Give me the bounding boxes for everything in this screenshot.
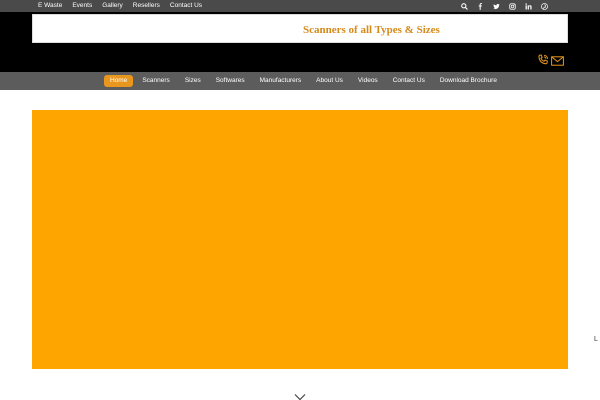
top-link-contact-us[interactable]: Contact Us xyxy=(170,0,202,12)
top-link-e-waste[interactable]: E Waste xyxy=(38,0,62,12)
nav-item-manufacturers[interactable]: Manufacturers xyxy=(255,75,307,87)
top-utility-bar: E Waste Events Gallery Resellers Contact… xyxy=(0,0,600,12)
top-link-resellers[interactable]: Resellers xyxy=(133,0,160,12)
nav-item-download-brochure[interactable]: Download Brochure xyxy=(435,75,502,87)
header-contact-icons xyxy=(537,53,564,71)
edge-text: L xyxy=(594,336,598,343)
facebook-icon[interactable] xyxy=(476,2,484,10)
twitter-icon[interactable] xyxy=(492,2,500,10)
nav-item-softwares[interactable]: Softwares xyxy=(211,75,250,87)
nav-item-sizes[interactable]: Sizes xyxy=(180,75,206,87)
pinterest-icon[interactable] xyxy=(540,2,548,10)
top-link-events[interactable]: Events xyxy=(72,0,92,12)
top-links: E Waste Events Gallery Resellers Contact… xyxy=(38,0,202,12)
main-nav-bar: Home Scanners Sizes Softwares Manufactur… xyxy=(0,72,600,90)
top-link-gallery[interactable]: Gallery xyxy=(102,0,123,12)
nav-item-home[interactable]: Home xyxy=(104,75,134,87)
instagram-icon[interactable] xyxy=(508,2,516,10)
main-nav: Home Scanners Sizes Softwares Manufactur… xyxy=(104,75,507,87)
nav-item-scanners[interactable]: Scanners xyxy=(137,75,174,87)
hero-banner xyxy=(32,110,568,369)
search-icon[interactable] xyxy=(460,2,468,10)
mail-icon[interactable] xyxy=(551,53,564,71)
nav-item-contact-us[interactable]: Contact Us xyxy=(388,75,430,87)
site-tagline: Scanners of all Types & Sizes xyxy=(303,24,440,36)
chevron-down-icon[interactable] xyxy=(294,388,306,400)
site-header: Scanners of all Types & Sizes xyxy=(0,12,600,72)
nav-item-videos[interactable]: Videos xyxy=(353,75,383,87)
header-banner: Scanners of all Types & Sizes xyxy=(32,14,568,43)
linkedin-icon[interactable] xyxy=(524,2,532,10)
nav-item-about-us[interactable]: About Us xyxy=(311,75,348,87)
phone-icon[interactable] xyxy=(537,53,549,71)
social-icons xyxy=(460,0,548,12)
